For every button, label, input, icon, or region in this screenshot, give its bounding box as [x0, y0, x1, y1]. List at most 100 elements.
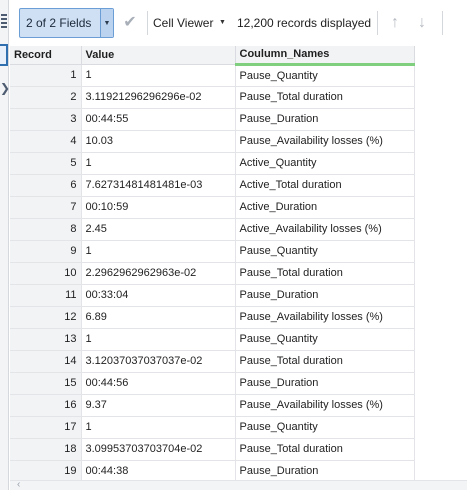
table-row[interactable]: 5 1 Active_Quantity [10, 152, 415, 175]
column-name-cell[interactable]: Pause_Total duration [235, 262, 415, 285]
table-row[interactable]: 8 2.45 Active_Availability losses (%) [10, 218, 415, 241]
record-cell[interactable]: 2 [10, 86, 82, 109]
table-row[interactable]: 15 00:44:56 Pause_Duration [10, 372, 415, 395]
arrow-down-icon[interactable]: ↓ [413, 12, 431, 34]
results-grid: Record Value Coulumn_Names 1 1 Pause_Quant… [10, 46, 467, 480]
record-cell[interactable]: 19 [10, 460, 82, 480]
results-table: Record Value Coulumn_Names 1 1 Pause_Quant… [10, 46, 415, 480]
value-cell[interactable]: 1 [81, 64, 236, 87]
value-cell[interactable]: 1 [81, 240, 236, 263]
column-name-cell[interactable]: Pause_Quantity [235, 416, 415, 439]
records-count: 12,200 records displayed [237, 16, 372, 30]
table-row[interactable]: 9 1 Pause_Quantity [10, 240, 415, 263]
record-cell[interactable]: 5 [10, 152, 82, 175]
column-name-cell[interactable]: Pause_Availability losses (%) [235, 306, 415, 329]
toolbar-divider [147, 11, 148, 35]
value-cell[interactable]: 6.89 [81, 306, 236, 329]
value-cell[interactable]: 00:44:38 [81, 460, 236, 480]
table-row[interactable]: 18 3.09953703703704e-02 Pause_Total durati… [10, 438, 415, 461]
column-name-cell[interactable]: Active_Total duration [235, 174, 415, 197]
panel-view-icon[interactable] [0, 44, 8, 66]
value-cell[interactable]: 00:10:59 [81, 196, 236, 219]
value-cell[interactable]: 00:44:56 [81, 372, 236, 395]
table-row[interactable]: 7 00:10:59 Active_Duration [10, 196, 415, 219]
arrow-up-icon[interactable]: ↑ [386, 12, 404, 34]
table-row[interactable]: 2 3.11921296296296e-02 Pause_Total duratio… [10, 86, 415, 109]
value-cell[interactable]: 00:44:55 [81, 108, 236, 131]
table-row[interactable]: 1 1 Pause_Quantity [10, 64, 415, 87]
column-name-cell[interactable]: Active_Duration [235, 196, 415, 219]
table-row[interactable]: 12 6.89 Pause_Availability losses (%) [10, 306, 415, 329]
column-name-cell[interactable]: Active_Quantity [235, 152, 415, 175]
record-cell[interactable]: 10 [10, 262, 82, 285]
record-cell[interactable]: 9 [10, 240, 82, 263]
table-row[interactable]: 14 3.12037037037037e-02 Pause_Total durati… [10, 350, 415, 373]
column-name-cell[interactable]: Pause_Total duration [235, 438, 415, 461]
value-cell[interactable]: 00:33:04 [81, 284, 236, 307]
record-cell[interactable]: 16 [10, 394, 82, 417]
record-cell[interactable]: 13 [10, 328, 82, 351]
column-name-cell[interactable]: Pause_Duration [235, 284, 415, 307]
column-name-cell[interactable]: Pause_Duration [235, 460, 415, 480]
value-cell[interactable]: 9.37 [81, 394, 236, 417]
record-cell[interactable]: 17 [10, 416, 82, 439]
record-cell[interactable]: 1 [10, 64, 82, 87]
column-name-cell[interactable]: Pause_Quantity [235, 240, 415, 263]
value-cell[interactable]: 7.62731481481481e-03 [81, 174, 236, 197]
left-rail: ❯ [0, 0, 10, 490]
value-cell[interactable]: 1 [81, 416, 236, 439]
cell-viewer-button[interactable]: Cell Viewer [153, 13, 213, 33]
record-cell[interactable]: 11 [10, 284, 82, 307]
value-cell[interactable]: 2.45 [81, 218, 236, 241]
column-name-cell[interactable]: Active_Availability losses (%) [235, 218, 415, 241]
value-cell[interactable]: 3.11921296296296e-02 [81, 86, 236, 109]
chevron-right-icon[interactable]: ❯ [0, 80, 10, 96]
column-name-cell[interactable]: Pause_Availability losses (%) [235, 130, 415, 153]
table-row[interactable]: 11 00:33:04 Pause_Duration [10, 284, 415, 307]
grid-view-icon[interactable] [0, 12, 8, 34]
caret-down-icon[interactable]: ▼ [219, 13, 226, 33]
record-cell[interactable]: 8 [10, 218, 82, 241]
column-name-cell[interactable]: Pause_Quantity [235, 64, 415, 87]
record-cell[interactable]: 7 [10, 196, 82, 219]
value-cell[interactable]: 1 [81, 152, 236, 175]
record-cell[interactable]: 18 [10, 438, 82, 461]
table-row[interactable]: 10 2.2962962962963e-02 Pause_Total duratio… [10, 262, 415, 285]
table-row[interactable]: 16 9.37 Pause_Availability losses (%) [10, 394, 415, 417]
value-cell[interactable]: 3.09953703703704e-02 [81, 438, 236, 461]
record-cell[interactable]: 4 [10, 130, 82, 153]
record-cell[interactable]: 6 [10, 174, 82, 197]
value-cell[interactable]: 1 [81, 328, 236, 351]
table-row[interactable]: 3 00:44:55 Pause_Duration [10, 108, 415, 131]
scroll-left-icon[interactable]: ‹ [17, 479, 20, 490]
value-cell[interactable]: 2.2962962962963e-02 [81, 262, 236, 285]
horizontal-scrollbar[interactable]: ‹ [10, 479, 467, 490]
check-icon[interactable]: ✔ [121, 13, 139, 33]
column-header-record[interactable]: Record [10, 46, 82, 65]
record-cell[interactable]: 14 [10, 350, 82, 373]
table-row[interactable]: 6 7.62731481481481e-03 Active_Total durati… [10, 174, 415, 197]
fields-selector-button[interactable]: 2 of 2 Fields ▼ [19, 8, 114, 38]
table-row[interactable]: 4 10.03 Pause_Availability losses (%) [10, 130, 415, 153]
column-header-column-names[interactable]: Coulumn_Names [235, 46, 415, 66]
column-name-cell[interactable]: Pause_Total duration [235, 86, 415, 109]
column-header-value[interactable]: Value [81, 46, 236, 65]
table-header-row: Record Value Coulumn_Names [10, 46, 415, 66]
table-row[interactable]: 13 1 Pause_Quantity [10, 328, 415, 351]
table-row[interactable]: 19 00:44:38 Pause_Duration [10, 460, 415, 480]
column-name-cell[interactable]: Pause_Duration [235, 372, 415, 395]
value-cell[interactable]: 10.03 [81, 130, 236, 153]
value-cell[interactable]: 3.12037037037037e-02 [81, 350, 236, 373]
record-cell[interactable]: 3 [10, 108, 82, 131]
column-name-cell[interactable]: Pause_Availability losses (%) [235, 394, 415, 417]
column-name-cell[interactable]: Pause_Total duration [235, 350, 415, 373]
table-body: 1 1 Pause_Quantity 2 3.11921296296296e-02 Pau… [10, 64, 415, 480]
record-cell[interactable]: 12 [10, 306, 82, 329]
chevron-down-icon[interactable]: ▼ [100, 9, 113, 37]
results-toolbar: 2 of 2 Fields ▼ ✔ Cell Viewer ▼ 12,200 r… [10, 0, 467, 46]
column-name-cell[interactable]: Pause_Duration [235, 108, 415, 131]
table-row[interactable]: 17 1 Pause_Quantity [10, 416, 415, 439]
record-cell[interactable]: 15 [10, 372, 82, 395]
column-name-cell[interactable]: Pause_Quantity [235, 328, 415, 351]
toolbar-divider [442, 11, 443, 35]
